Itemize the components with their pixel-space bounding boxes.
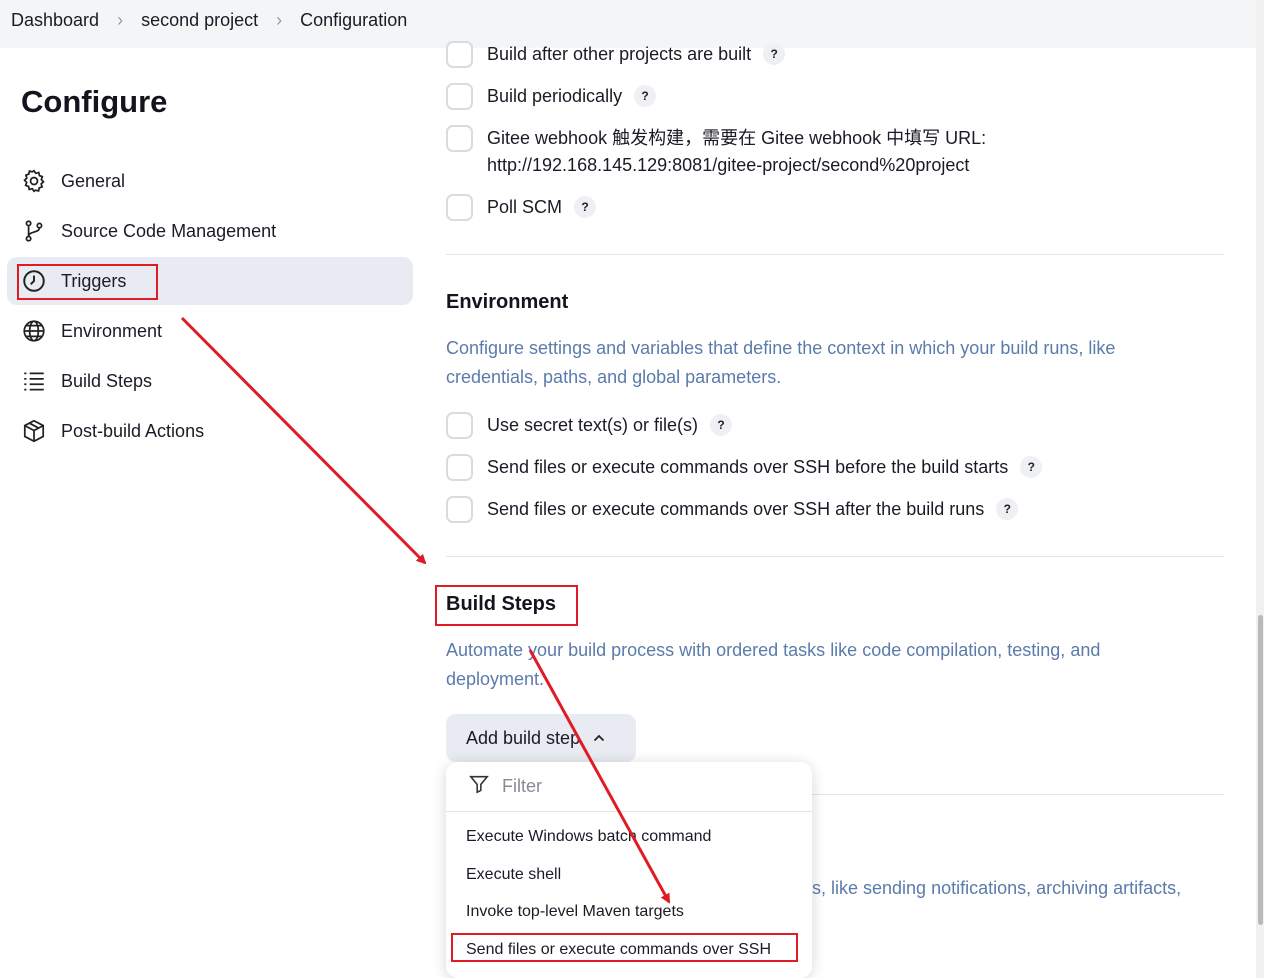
sidebar-item-label: Post-build Actions bbox=[61, 420, 205, 441]
environment-title: Environment bbox=[446, 291, 569, 313]
menu-item-ssh[interactable]: Send files or execute commands over SSH bbox=[466, 941, 771, 959]
checkbox[interactable] bbox=[446, 454, 473, 481]
option-label: Build after other projects are built bbox=[487, 44, 752, 64]
webhook-url: http://192.168.145.129:8081/gitee-projec… bbox=[487, 155, 970, 175]
sidebar-item-triggers[interactable]: Triggers bbox=[7, 257, 413, 305]
sidebar-item-environment[interactable]: Environment bbox=[7, 307, 413, 355]
sidebar-nav: General Source Code Management Triggers … bbox=[7, 157, 413, 457]
section-divider bbox=[446, 556, 1224, 557]
filter-row bbox=[446, 762, 812, 812]
breadcrumb: Dashboard › second project › Configurati… bbox=[11, 10, 407, 31]
checkbox[interactable] bbox=[446, 412, 473, 439]
trigger-option-build-periodically: Build periodically ? bbox=[446, 83, 657, 110]
env-option-secret: Use secret text(s) or file(s) ? bbox=[446, 412, 733, 439]
checkbox[interactable] bbox=[446, 41, 473, 68]
option-label: Build periodically bbox=[487, 86, 623, 106]
checkbox[interactable] bbox=[446, 496, 473, 523]
help-icon[interactable]: ? bbox=[574, 196, 597, 218]
breadcrumb-configuration[interactable]: Configuration bbox=[300, 10, 407, 31]
menu-item-maven[interactable]: Invoke top-level Maven targets bbox=[466, 903, 684, 921]
help-icon[interactable]: ? bbox=[996, 498, 1019, 520]
option-label: Send files or execute commands over SSH … bbox=[487, 457, 1009, 477]
menu-item-windows-batch[interactable]: Execute Windows batch command bbox=[466, 828, 711, 846]
gear-icon bbox=[21, 168, 47, 194]
help-icon[interactable]: ? bbox=[710, 414, 733, 436]
post-build-description: s, like sending notifications, archiving… bbox=[812, 878, 1182, 898]
add-build-step-label: Add build step bbox=[466, 727, 581, 748]
build-steps-title: Build Steps bbox=[446, 593, 557, 615]
option-label: Use secret text(s) or file(s) bbox=[487, 415, 699, 435]
add-build-step-button[interactable]: Add build step bbox=[446, 714, 636, 762]
sidebar-item-label: Source Code Management bbox=[61, 220, 277, 241]
option-label: Send files or execute commands over SSH … bbox=[487, 499, 985, 519]
section-divider bbox=[446, 254, 1224, 255]
breadcrumb-project[interactable]: second project bbox=[141, 10, 258, 31]
sidebar-item-post-build[interactable]: Post-build Actions bbox=[7, 407, 413, 455]
trigger-option-poll-scm: Poll SCM ? bbox=[446, 194, 597, 221]
chevron-right-icon: › bbox=[276, 10, 283, 30]
chevron-right-icon: › bbox=[117, 10, 124, 30]
page-title: Configure bbox=[21, 84, 168, 119]
sidebar-item-label: Environment bbox=[61, 320, 163, 341]
checkbox[interactable] bbox=[446, 125, 473, 152]
filter-icon bbox=[468, 773, 490, 800]
filter-input[interactable] bbox=[502, 776, 782, 797]
env-option-ssh-after: Send files or execute commands over SSH … bbox=[446, 496, 1019, 523]
chevron-up-icon bbox=[592, 731, 606, 745]
globe-icon bbox=[21, 318, 47, 344]
option-label: Poll SCM bbox=[487, 197, 563, 217]
checkbox[interactable] bbox=[446, 194, 473, 221]
help-icon[interactable]: ? bbox=[763, 43, 786, 65]
clock-icon bbox=[21, 268, 47, 294]
sidebar-item-label: General bbox=[61, 170, 126, 191]
menu-item-execute-shell[interactable]: Execute shell bbox=[466, 866, 561, 884]
build-step-dropdown: Execute Windows batch command Execute sh… bbox=[446, 762, 812, 978]
help-icon[interactable]: ? bbox=[634, 85, 657, 107]
trigger-option-gitee-webhook: Gitee webhook 触发构建，需要在 Gitee webhook 中填写… bbox=[446, 125, 986, 179]
trigger-option-build-after: Build after other projects are built ? bbox=[446, 41, 786, 68]
option-label: Gitee webhook 触发构建，需要在 Gitee webhook 中填写… bbox=[487, 128, 987, 148]
sidebar-item-label: Triggers bbox=[61, 270, 127, 291]
branch-icon bbox=[21, 218, 47, 244]
build-steps-description: Automate your build process with ordered… bbox=[446, 640, 1101, 689]
sidebar-item-general[interactable]: General bbox=[7, 157, 413, 205]
sidebar-item-source-code[interactable]: Source Code Management bbox=[7, 207, 413, 255]
list-icon bbox=[21, 368, 47, 394]
scrollbar-thumb[interactable] bbox=[1258, 615, 1263, 925]
environment-description: Configure settings and variables that de… bbox=[446, 338, 1116, 387]
package-icon bbox=[21, 418, 47, 444]
sidebar-item-build-steps[interactable]: Build Steps bbox=[7, 357, 413, 405]
section-divider bbox=[812, 794, 1224, 795]
env-option-ssh-before: Send files or execute commands over SSH … bbox=[446, 454, 1043, 481]
checkbox[interactable] bbox=[446, 83, 473, 110]
breadcrumb-dashboard[interactable]: Dashboard bbox=[11, 10, 99, 31]
help-icon[interactable]: ? bbox=[1020, 456, 1043, 478]
sidebar-item-label: Build Steps bbox=[61, 370, 153, 391]
